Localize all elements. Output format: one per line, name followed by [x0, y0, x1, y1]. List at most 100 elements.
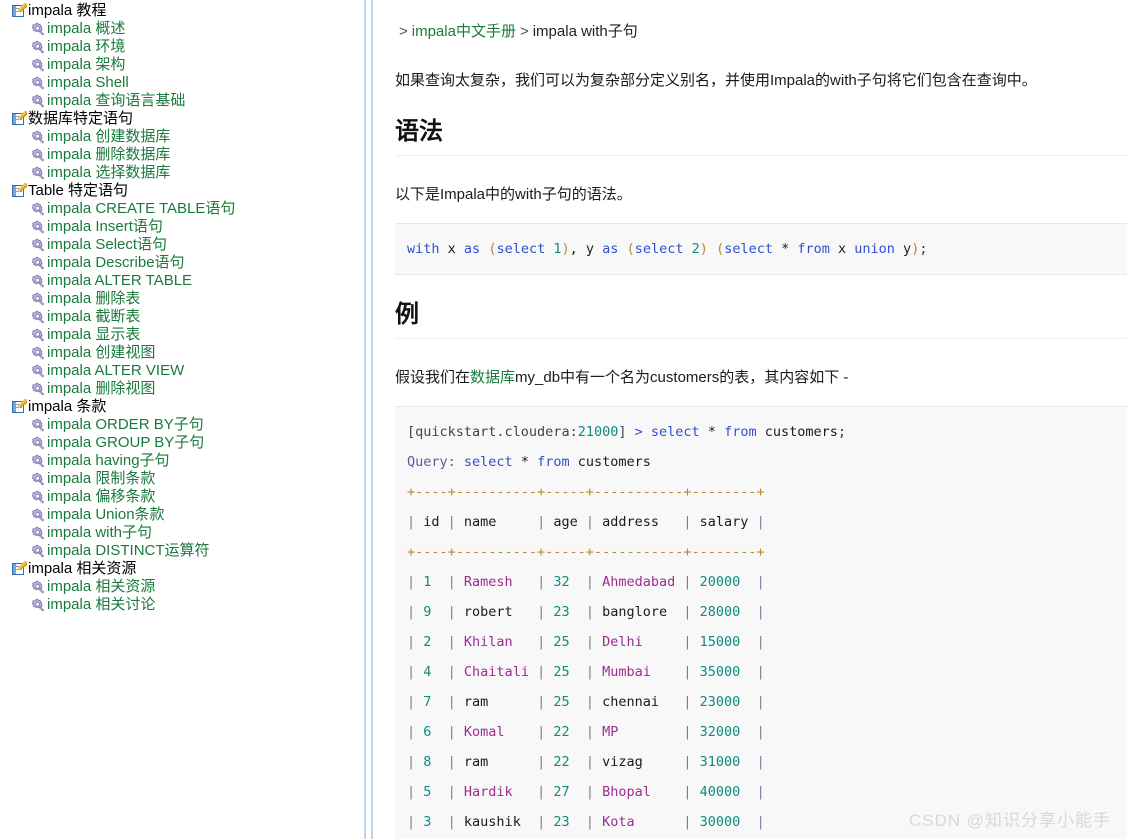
sidebar-item-32[interactable]: impala 相关资源	[0, 578, 364, 596]
terminal-rule-mid: +----+----------+-----+-----------+-----…	[407, 537, 1127, 567]
sidebar-item-33[interactable]: impala 相关讨论	[0, 596, 364, 614]
pipe: |	[407, 604, 424, 620]
table-name: customers	[569, 454, 651, 470]
sidebar-item-6[interactable]: 数据库特定语句	[0, 110, 364, 128]
gear-icon	[31, 238, 45, 252]
pipe: |	[683, 724, 700, 740]
sidebar-item-label: Table 特定语句	[28, 182, 129, 199]
sidebar-item-9[interactable]: impala 选择数据库	[0, 164, 364, 182]
sidebar-item-22[interactable]: impala 条款	[0, 398, 364, 416]
sidebar-item-label: impala ALTER TABLE	[47, 272, 193, 289]
cell-name: ram	[463, 754, 538, 770]
pipe: |	[683, 784, 700, 800]
terminal-data-row: | 4 | Chaitali | 25 | Mumbai | 35000 |	[407, 657, 1127, 687]
code-token-16: )	[699, 241, 708, 257]
cell-id: 7	[423, 694, 448, 710]
sidebar-item-28[interactable]: impala Union条款	[0, 506, 364, 524]
col-header-id: id	[423, 514, 448, 530]
sidebar-item-label: impala with子句	[47, 524, 153, 541]
sidebar-item-label: impala Insert语句	[47, 218, 163, 235]
pipe: |	[447, 694, 464, 710]
sidebar-item-5[interactable]: impala 查询语言基础	[0, 92, 364, 110]
sidebar-item-15[interactable]: impala ALTER TABLE	[0, 272, 364, 290]
sidebar-item-label: impala CREATE TABLE语句	[47, 200, 236, 217]
sidebar-item-0[interactable]: impala 教程	[0, 2, 364, 20]
sidebar-item-27[interactable]: impala 偏移条款	[0, 488, 364, 506]
cell-name: Chaitali	[463, 664, 538, 680]
sidebar-item-label: impala having子句	[47, 452, 170, 469]
pipe: |	[756, 604, 765, 620]
sidebar-item-31[interactable]: impala 相关资源	[0, 560, 364, 578]
code-token-19: select	[724, 241, 773, 257]
sidebar-item-11[interactable]: impala CREATE TABLE语句	[0, 200, 364, 218]
code-token-26: ;	[919, 241, 928, 257]
cell-name: kaushik	[463, 814, 538, 830]
rule: +----+----------+-----+-----------+-----…	[407, 544, 765, 560]
database-link[interactable]: 数据库	[470, 369, 515, 386]
notepad-pencil-icon	[12, 561, 27, 576]
terminal-query-line: Query: select * from customers	[407, 447, 1127, 477]
code-token-14	[684, 241, 692, 257]
sidebar-item-label: impala Describe语句	[47, 254, 185, 271]
sidebar-item-13[interactable]: impala Select语句	[0, 236, 364, 254]
cell-salary: 28000	[699, 604, 757, 620]
sidebar-item-label: impala 架构	[47, 56, 126, 73]
sidebar-item-14[interactable]: impala Describe语句	[0, 254, 364, 272]
pipe: |	[585, 694, 603, 710]
gear-icon	[31, 148, 45, 162]
sidebar-item-17[interactable]: impala 截断表	[0, 308, 364, 326]
sidebar-item-30[interactable]: impala DISTINCT运算符	[0, 542, 364, 560]
notepad-pencil-icon	[12, 183, 27, 198]
sidebar-item-7[interactable]: impala 创建数据库	[0, 128, 364, 146]
pipe: |	[756, 514, 765, 530]
sidebar-item-20[interactable]: impala ALTER VIEW	[0, 362, 364, 380]
pipe: |	[683, 634, 700, 650]
gear-icon	[31, 76, 45, 90]
star: *	[512, 454, 538, 470]
sidebar-item-25[interactable]: impala having子句	[0, 452, 364, 470]
code-token-9: , y	[569, 241, 603, 257]
code-token-12: (	[626, 241, 635, 257]
example-heading: 例	[395, 301, 1127, 339]
sidebar-item-8[interactable]: impala 删除数据库	[0, 146, 364, 164]
sidebar-item-19[interactable]: impala 创建视图	[0, 344, 364, 362]
terminal-data-row: | 1 | Ramesh | 32 | Ahmedabad | 20000 |	[407, 567, 1127, 597]
cell-age: 23	[553, 604, 586, 620]
sidebar-item-18[interactable]: impala 显示表	[0, 326, 364, 344]
terminal-header-row: | id | name | age | address | salary |	[407, 507, 1127, 537]
sidebar-item-24[interactable]: impala GROUP BY子句	[0, 434, 364, 452]
gear-icon	[31, 58, 45, 72]
sidebar-item-label: impala Union条款	[47, 506, 165, 523]
cell-salary: 15000	[699, 634, 757, 650]
example-paragraph: 假设我们在数据库my_db中有一个名为customers的表，其内容如下 -	[395, 367, 1127, 389]
sidebar-item-label: impala 显示表	[47, 326, 141, 343]
sidebar-item-label: impala 相关讨论	[47, 596, 156, 613]
pipe: |	[756, 784, 765, 800]
cell-salary: 23000	[699, 694, 757, 710]
col-header-address: address	[602, 514, 684, 530]
breadcrumb-link-manual[interactable]: impala中文手册	[412, 23, 516, 40]
star: *	[699, 424, 725, 440]
gear-icon	[31, 166, 45, 180]
sidebar-item-29[interactable]: impala with子句	[0, 524, 364, 542]
cell-name: robert	[463, 604, 538, 620]
sidebar-item-3[interactable]: impala 架构	[0, 56, 364, 74]
sidebar-item-4[interactable]: impala Shell	[0, 74, 364, 92]
sidebar-item-12[interactable]: impala Insert语句	[0, 218, 364, 236]
sidebar-item-23[interactable]: impala ORDER BY子句	[0, 416, 364, 434]
example-text-before: 假设我们在	[395, 369, 471, 386]
cell-age: 22	[553, 724, 586, 740]
sidebar-item-16[interactable]: impala 删除表	[0, 290, 364, 308]
cell-age: 25	[553, 694, 586, 710]
notepad-pencil-icon	[12, 399, 27, 414]
sidebar-item-label: impala 查询语言基础	[47, 92, 186, 109]
sidebar-item-10[interactable]: Table 特定语句	[0, 182, 364, 200]
gear-icon	[31, 454, 45, 468]
sidebar-item-2[interactable]: impala 环境	[0, 38, 364, 56]
sidebar-item-1[interactable]: impala 概述	[0, 20, 364, 38]
pipe: |	[537, 724, 554, 740]
sidebar-item-26[interactable]: impala 限制条款	[0, 470, 364, 488]
csdn-watermark: CSDN @知识分享小能手	[908, 811, 1111, 830]
pipe: |	[683, 814, 700, 830]
sidebar-item-21[interactable]: impala 删除视图	[0, 380, 364, 398]
